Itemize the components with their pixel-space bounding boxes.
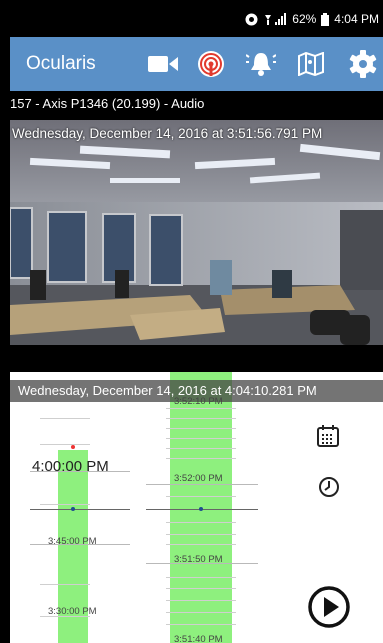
battery-icon: [321, 12, 330, 26]
alarms-button[interactable]: [244, 47, 278, 81]
recording-marker: [71, 445, 75, 449]
clock-time: 4:04 PM: [334, 12, 379, 26]
signal-icon: [265, 12, 287, 25]
coarse-label-1: 3:45:00 PM: [48, 536, 97, 547]
video-timestamp: Wednesday, December 14, 2016 at 3:51:56.…: [12, 126, 323, 141]
broadcast-button[interactable]: [194, 47, 228, 81]
clock-icon: [319, 477, 339, 497]
timeline-panel: 4:00:00 PM 3:45:00 PM 3:30:00 PM 3:52:10…: [10, 372, 383, 643]
calendar-button[interactable]: [314, 422, 342, 450]
fine-label-3: 3:51:40 PM: [174, 634, 223, 643]
status-icons: 62% 4:04 PM: [245, 12, 379, 26]
playhead-marker: [199, 507, 203, 511]
fine-label-2: 3:51:50 PM: [174, 554, 223, 565]
map-icon: [298, 52, 324, 76]
settings-button[interactable]: [346, 47, 380, 81]
map-button[interactable]: [294, 47, 328, 81]
camera-name: 157 - Axis P1346 (20.199) - Audio: [10, 96, 205, 111]
playhead-marker: [71, 507, 75, 511]
settings-gear-icon: [349, 50, 377, 78]
play-icon: [308, 586, 350, 628]
timeline-timestamp: Wednesday, December 14, 2016 at 4:04:10.…: [10, 380, 383, 402]
video-camera-icon: [148, 56, 178, 72]
coarse-label-2: 3:30:00 PM: [48, 606, 97, 617]
live-video-button[interactable]: [146, 47, 180, 81]
sync-icon: [245, 13, 258, 25]
app-bar: Ocularis: [10, 37, 383, 91]
video-feed[interactable]: [10, 120, 383, 372]
battery-percent: 62%: [292, 12, 317, 26]
play-button[interactable]: [304, 582, 354, 632]
coarse-label-now: 4:00:00 PM: [32, 458, 109, 475]
office-scene-image: [10, 120, 383, 372]
alarm-bell-icon: [246, 53, 276, 76]
calendar-icon: [317, 425, 339, 447]
app-title: Ocularis: [26, 53, 96, 74]
fine-label-1: 3:52:00 PM: [174, 473, 223, 484]
status-bar: 62% 4:04 PM: [0, 0, 383, 37]
coarse-timeline[interactable]: 4:00:00 PM 3:45:00 PM 3:30:00 PM: [30, 402, 130, 643]
time-picker-button[interactable]: [316, 474, 342, 500]
broadcast-icon: [198, 51, 224, 77]
fine-timeline[interactable]: 3:52:10 PM 3:52:00 PM 3:51:50 PM 3:51:40…: [146, 372, 258, 643]
